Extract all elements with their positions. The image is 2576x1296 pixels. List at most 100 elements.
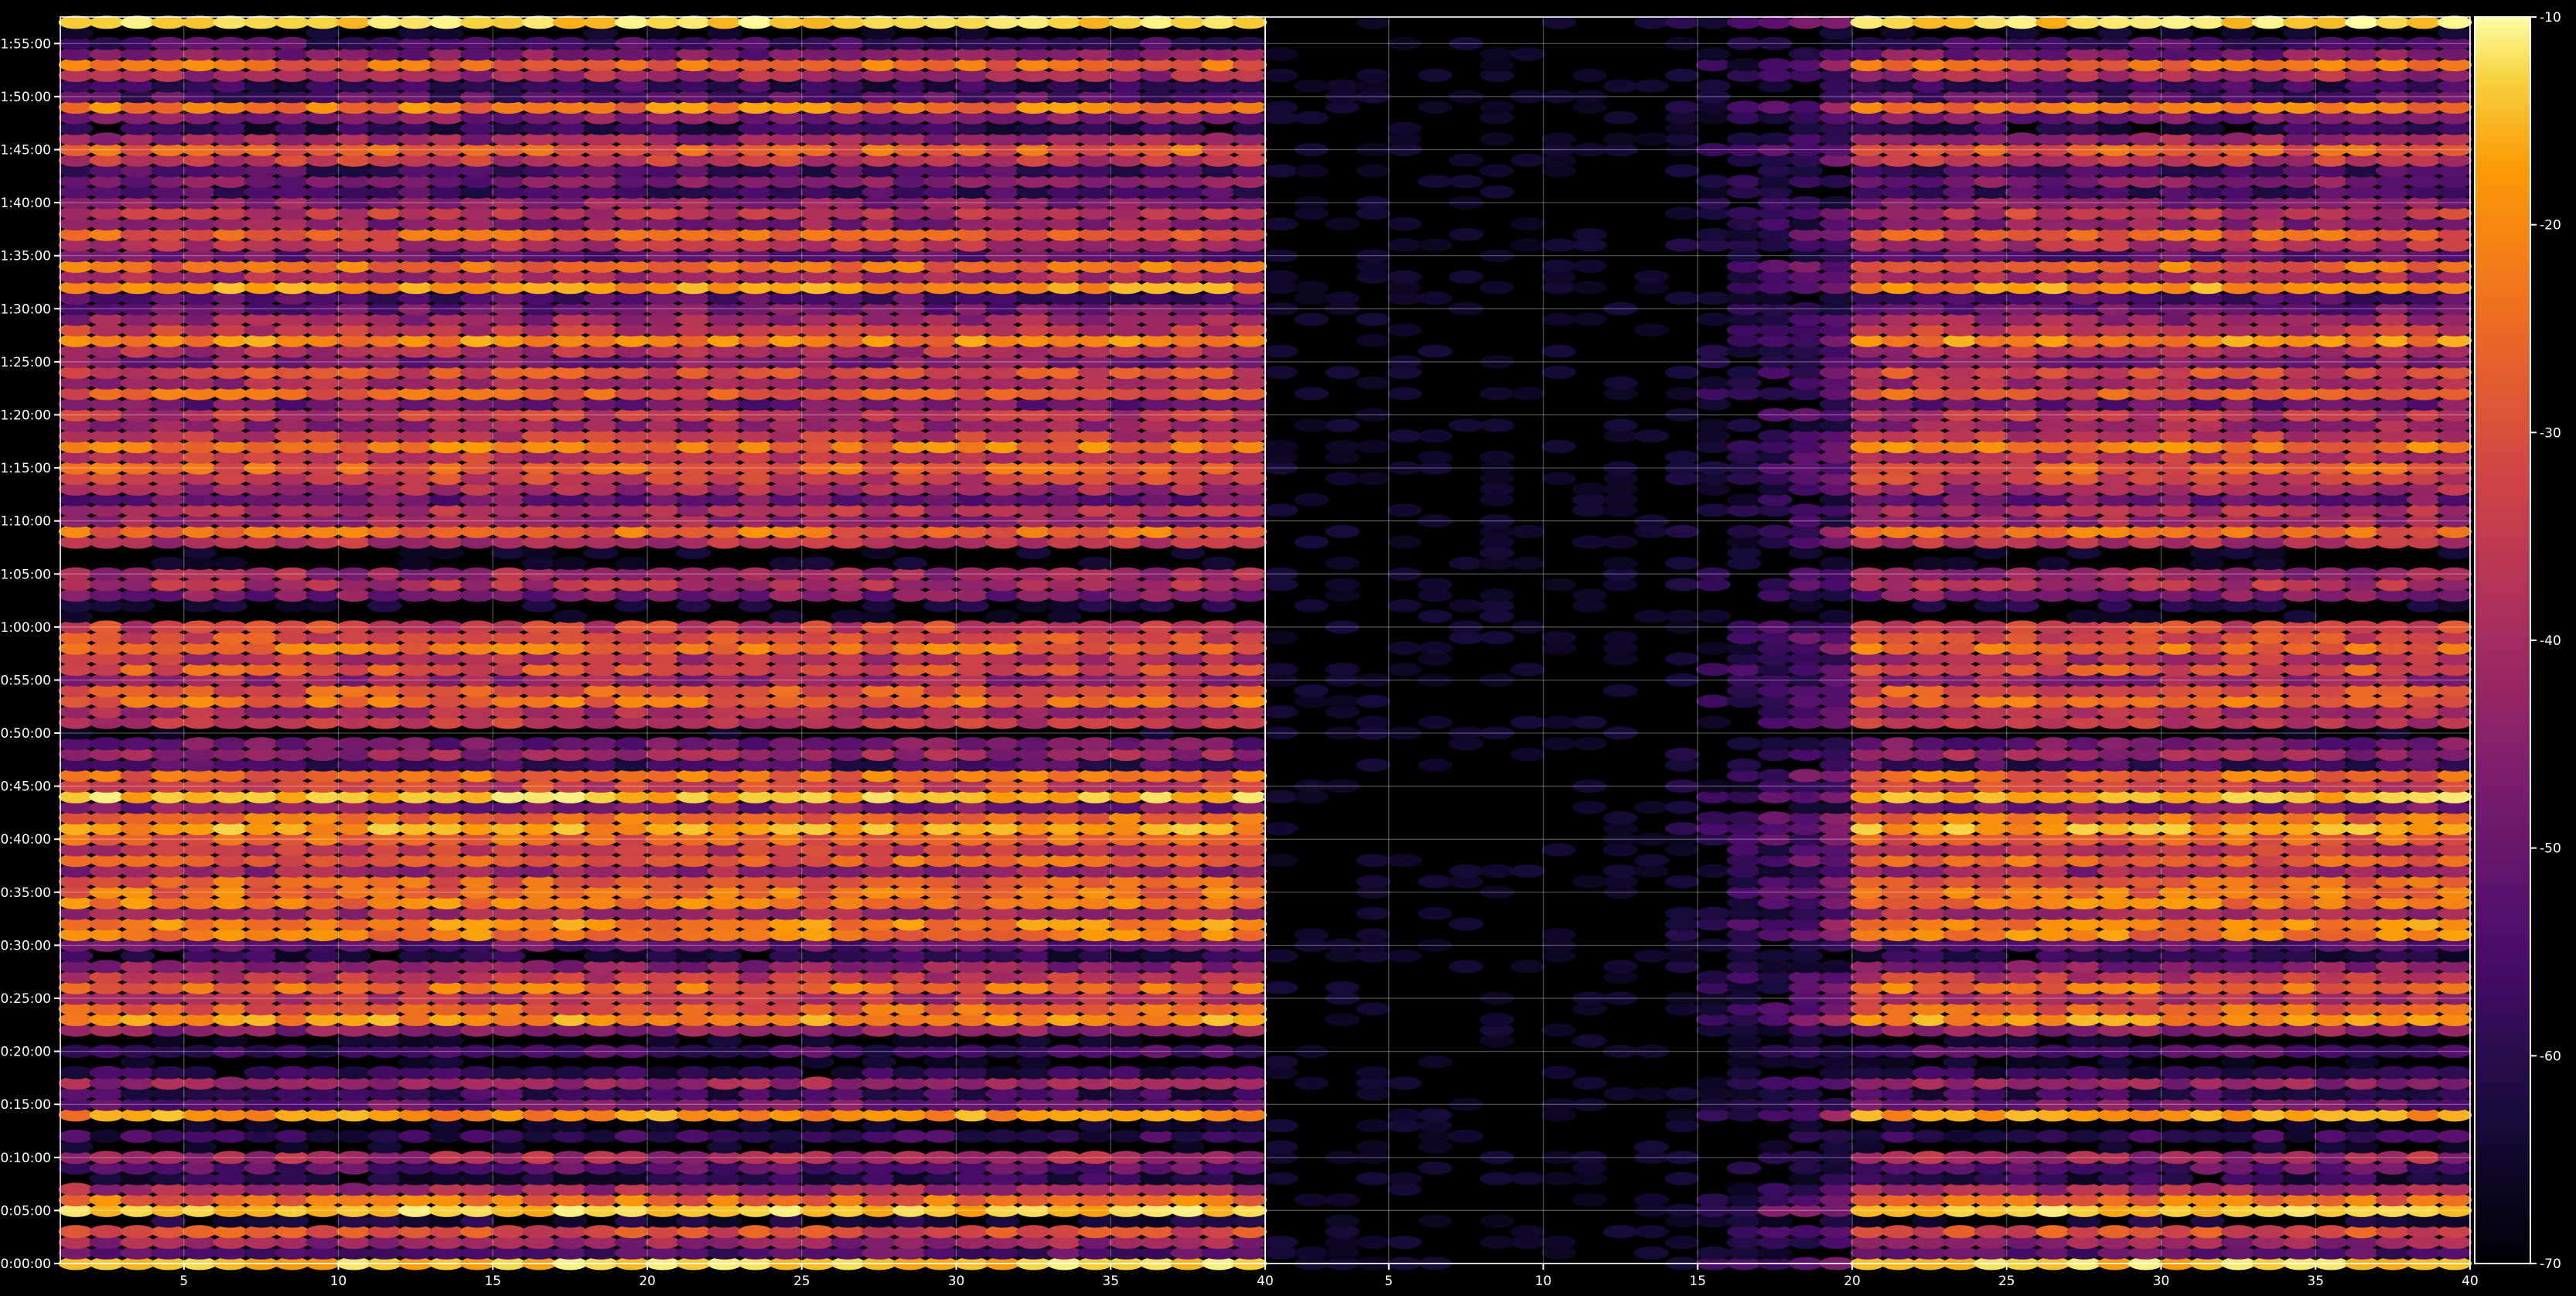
heatmap-cell [2375,1066,2411,1079]
heatmap-cell [1418,1161,1453,1175]
heatmap-cell [58,1225,94,1239]
heatmap-cell [1510,960,1545,974]
heatmap-cell [459,1129,495,1143]
heatmap-cell [1201,737,1237,751]
heatmap-cell [89,737,125,751]
heatmap-cell [521,1225,557,1239]
heatmap-cell [2159,1225,2194,1239]
heatmap-cell [2282,1225,2318,1239]
heatmap-cell [459,737,495,751]
heatmap-cell [800,1225,835,1239]
heatmap-cell [2128,1129,2163,1143]
heatmap-cell [1263,1172,1298,1185]
heatmap-cell [151,960,186,974]
heatmap-cell [305,1225,340,1239]
heatmap-cell [1912,1129,1947,1143]
heatmap-cell [614,1066,650,1079]
heatmap-cell [2190,1182,2225,1196]
heatmap-cell [1943,1129,1978,1143]
heatmap-cell [985,737,1020,751]
heatmap-cell [862,737,896,751]
heatmap-cell [1418,1214,1453,1228]
heatmap-cell [1232,1066,1268,1079]
heatmap-cell [1418,1055,1453,1069]
heatmap-cell [336,1129,371,1143]
heatmap-cell [367,1066,402,1079]
heatmap-cell [1541,1172,1576,1185]
heatmap-cell [645,737,681,751]
heatmap-cell [1356,1066,1391,1079]
heatmap-cell [1263,981,1298,994]
heatmap-cell [738,737,773,751]
heatmap-cell [1263,1140,1298,1154]
heatmap-cell [552,609,588,623]
heatmap-cell [1541,1066,1576,1079]
heatmap-cell [1387,1236,1422,1250]
heatmap-cell [1695,1076,1731,1090]
heatmap-cell [769,737,804,751]
heatmap-cell [1572,1076,1607,1090]
heatmap-cell [336,1182,371,1196]
heatmap-cell [1046,737,1082,751]
heatmap-cell [892,1129,927,1143]
heatmap-cell [1603,1087,1638,1100]
heatmap-cell [645,1066,681,1079]
heatmap-cell [1294,1193,1329,1207]
heatmap-cell [1294,1076,1329,1090]
heatmap-cell [614,737,650,751]
heatmap-cell [1479,1236,1514,1250]
heatmap-cell [1325,1214,1360,1228]
heatmap-cell [2005,1129,2040,1143]
heatmap-cell [2159,1066,2194,1079]
heatmap-cell [923,737,958,751]
heatmap-cell [1108,1066,1144,1079]
heatmap-cell [707,1129,742,1143]
heatmap-cell [2035,1129,2071,1143]
heatmap-cell [583,1129,619,1143]
heatmap-cell [2190,1129,2225,1143]
heatmap-cell [1232,737,1268,751]
heatmap-cell [58,1129,94,1143]
heatmap-cell [1634,1087,1669,1100]
heatmap-cell [1263,1055,1298,1069]
heatmap-cell [2313,1129,2349,1143]
heatmap-cell [89,960,125,974]
heatmap-cell [2251,1066,2287,1079]
heatmap-cell [1356,1119,1391,1133]
heatmap-cell [583,1225,619,1239]
heatmap-cell [985,609,1020,623]
heatmap-cell [1819,1129,1854,1143]
heatmap-cell [1726,1161,1762,1175]
heatmap-cell [120,1225,155,1239]
heatmap-cell [1943,1225,1978,1239]
heatmap-cell [892,557,927,570]
heatmap-cell [892,737,927,751]
heatmap-cell [707,1066,742,1079]
spectrogram-chart: 0:00:00 0:05:00 0:10:00 0:15:00 0:20:00 0:25:… [0,0,2576,1293]
heatmap-cell [1356,1172,1391,1185]
heatmap-cell [1201,132,1237,146]
heatmap-cell [2190,1066,2225,1079]
heatmap-cell [1046,1066,1082,1079]
heatmap-cell [336,737,371,751]
heatmap-cell [954,737,989,751]
heatmap-cell [58,1182,94,1196]
heatmap-cell [583,1066,619,1079]
heatmap-cell [1356,1140,1391,1154]
heatmap-cell [1170,737,1206,751]
heatmap-cell [1757,1002,1793,1016]
heatmap-cell [1634,1140,1669,1154]
heatmap-cell [521,1066,557,1079]
heatmap-cell [367,1129,402,1143]
heatmap-cell [1077,1066,1113,1079]
heatmap-cell [1572,1193,1607,1207]
heatmap-cell [831,1066,866,1079]
heatmap-cell [738,1066,773,1079]
heatmap-cell [552,557,588,570]
heatmap-cell [1016,1225,1051,1239]
heatmap-cell [552,737,588,751]
heatmap-cell [398,737,433,751]
heatmap-cell [2406,1129,2441,1143]
heatmap-cell [151,557,186,570]
heatmap-cell [2406,1066,2441,1079]
